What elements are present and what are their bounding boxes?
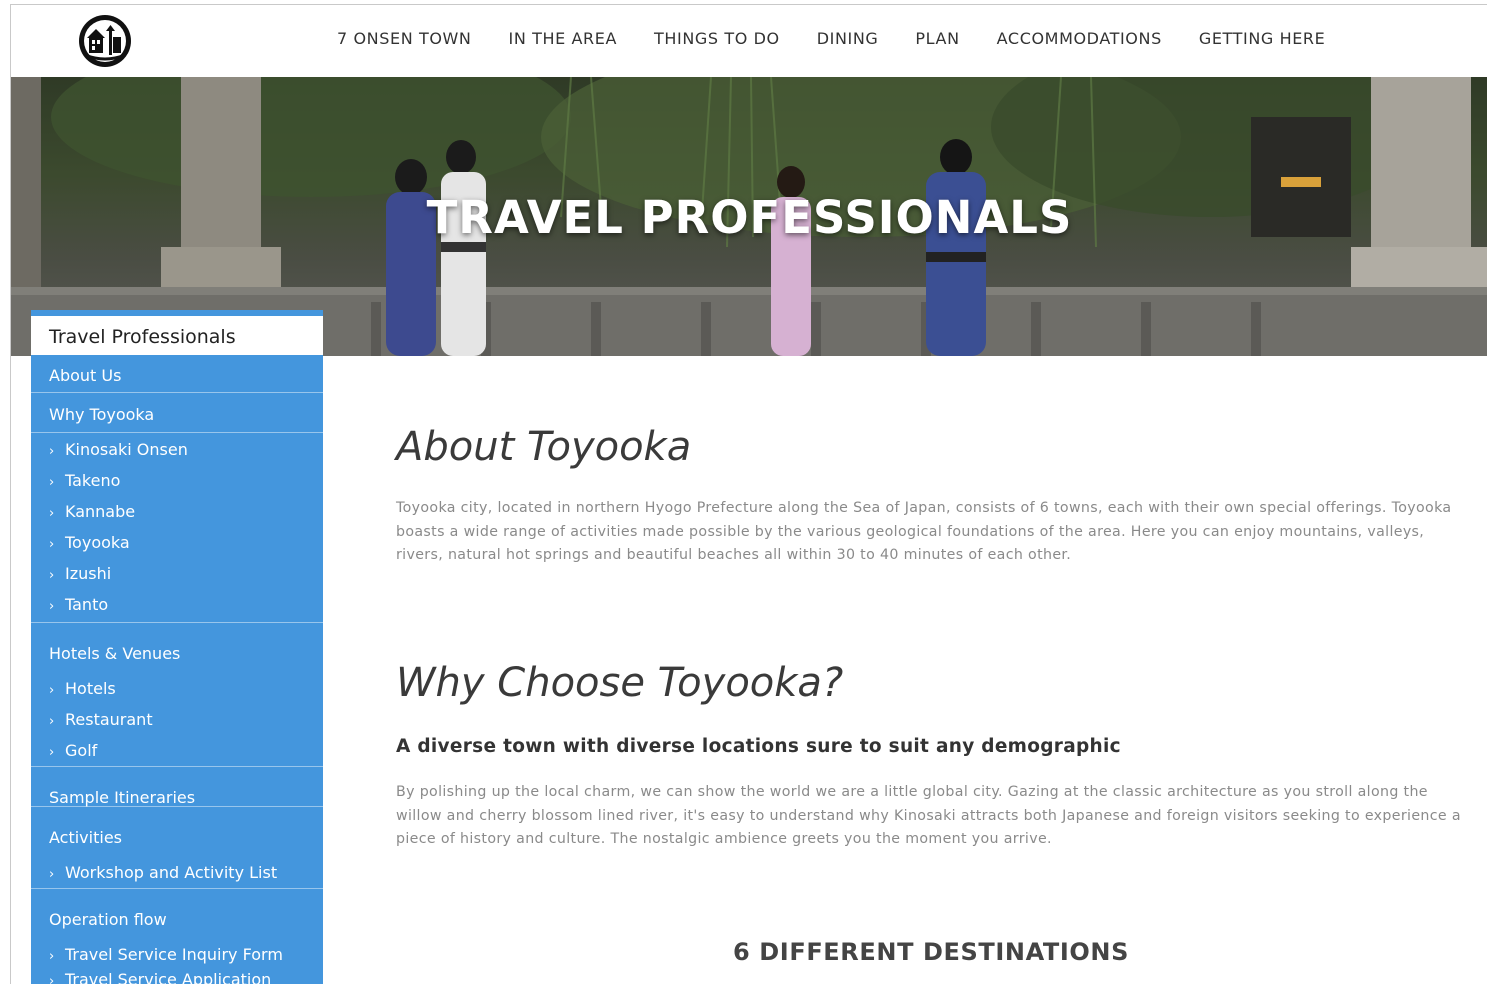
- sidebar-item-activities[interactable]: Activities: [31, 828, 122, 847]
- sidebar-item-label: Travel Service Application: [65, 970, 272, 984]
- sidebar-item-golf[interactable]: › Golf: [31, 741, 97, 760]
- nav-getting-here[interactable]: GETTING HERE: [1199, 29, 1326, 48]
- sidebar-item-label: Tanto: [65, 595, 109, 614]
- hero-title: TRAVEL PROFESSIONALS: [426, 191, 1073, 244]
- sidebar-item-label: Izushi: [65, 564, 112, 583]
- hotspring-town-logo-icon[interactable]: [79, 15, 131, 67]
- chevron-right-icon: ›: [49, 506, 55, 521]
- sidebar-divider: [31, 622, 323, 623]
- sidebar-divider: [31, 766, 323, 767]
- chevron-right-icon: ›: [49, 537, 55, 552]
- sidebar-item-sample-itineraries[interactable]: Sample Itineraries: [31, 788, 195, 807]
- destinations-heading: 6 DIFFERENT DESTINATIONS: [733, 938, 1129, 966]
- why-heading: Why Choose Toyooka?: [396, 660, 844, 706]
- nav-plan[interactable]: PLAN: [915, 29, 959, 48]
- chevron-right-icon: ›: [49, 683, 55, 698]
- sidebar-item-label: Travel Service Inquiry Form: [65, 945, 283, 964]
- sidebar-item-about-us[interactable]: About Us: [31, 366, 121, 385]
- nav-accommodations[interactable]: ACCOMMODATIONS: [997, 29, 1162, 48]
- chevron-right-icon: ›: [49, 714, 55, 729]
- sidebar-item-travel-service-inquiry-form[interactable]: › Travel Service Inquiry Form: [31, 945, 283, 964]
- sidebar-divider: [31, 888, 323, 889]
- sidebar-item-label: Activities: [49, 828, 122, 847]
- page-frame: 7 ONSEN TOWN IN THE AREA THINGS TO DO DI…: [10, 4, 1487, 984]
- sidebar-item-operation-flow[interactable]: Operation flow: [31, 910, 167, 929]
- sidebar-item-label: Kinosaki Onsen: [65, 440, 188, 459]
- nav-dining[interactable]: DINING: [817, 29, 879, 48]
- why-subheading: A diverse town with diverse locations su…: [396, 736, 1121, 757]
- about-text: Toyooka city, located in northern Hyogo …: [396, 500, 1452, 563]
- sidebar-item-workshop-and-activity-list[interactable]: › Workshop and Activity List: [31, 863, 277, 882]
- sidebar-item-label: Why Toyooka: [49, 405, 155, 424]
- sidebar-divider: [31, 392, 323, 393]
- sidebar-item-restaurant[interactable]: › Restaurant: [31, 710, 153, 729]
- sidebar-item-takeno[interactable]: › Takeno: [31, 471, 120, 490]
- sidebar-divider: [31, 432, 323, 433]
- nav-7-onsen-town[interactable]: 7 ONSEN TOWN: [337, 29, 472, 48]
- sidebar-item-label: Sample Itineraries: [49, 788, 196, 807]
- about-heading: About Toyooka: [396, 424, 692, 470]
- sidebar-item-label: Operation flow: [49, 910, 167, 929]
- sidebar-item-hotels-venues[interactable]: Hotels & Venues: [31, 644, 180, 663]
- why-text: By polishing up the local charm, we can …: [396, 784, 1461, 847]
- sidebar-item-label: Toyooka: [65, 533, 130, 552]
- sidebar-item-label: Hotels & Venues: [49, 644, 181, 663]
- sidebar-item-kinosaki-onsen[interactable]: › Kinosaki Onsen: [31, 440, 188, 459]
- sidebar: Travel Professionals About Us Why Toyooka…: [31, 310, 323, 984]
- nav-in-the-area[interactable]: IN THE AREA: [509, 29, 618, 48]
- chevron-right-icon: ›: [49, 475, 55, 490]
- sidebar-item-izushi[interactable]: › Izushi: [31, 564, 111, 583]
- sidebar-item-tanto[interactable]: › Tanto: [31, 595, 108, 614]
- sidebar-item-why-toyooka[interactable]: Why Toyooka: [31, 405, 154, 424]
- chevron-right-icon: ›: [49, 599, 55, 614]
- chevron-right-icon: ›: [49, 949, 55, 964]
- chevron-right-icon: ›: [49, 568, 55, 583]
- sidebar-item-label: Golf: [65, 741, 98, 760]
- sidebar-item-kannabe[interactable]: › Kannabe: [31, 502, 135, 521]
- chevron-right-icon: ›: [49, 867, 55, 882]
- sidebar-item-label: Workshop and Activity List: [65, 863, 278, 882]
- sidebar-heading: Travel Professionals: [31, 313, 323, 355]
- sidebar-item-label: About Us: [49, 366, 122, 385]
- site-header: 7 ONSEN TOWN IN THE AREA THINGS TO DO DI…: [11, 5, 1487, 77]
- chevron-right-icon: ›: [49, 745, 55, 760]
- sidebar-item-label: Restaurant: [65, 710, 153, 729]
- sidebar-item-hotels[interactable]: › Hotels: [31, 679, 116, 698]
- sidebar-item-travel-service-application[interactable]: › Travel Service Application: [31, 970, 271, 984]
- sidebar-item-label: Kannabe: [65, 502, 136, 521]
- chevron-right-icon: ›: [49, 444, 55, 459]
- sidebar-item-label: Takeno: [65, 471, 121, 490]
- sidebar-item-label: Hotels: [65, 679, 116, 698]
- nav-things-to-do[interactable]: THINGS TO DO: [654, 29, 780, 48]
- sidebar-item-toyooka[interactable]: › Toyooka: [31, 533, 130, 552]
- main-nav: 7 ONSEN TOWN IN THE AREA THINGS TO DO DI…: [337, 29, 1362, 48]
